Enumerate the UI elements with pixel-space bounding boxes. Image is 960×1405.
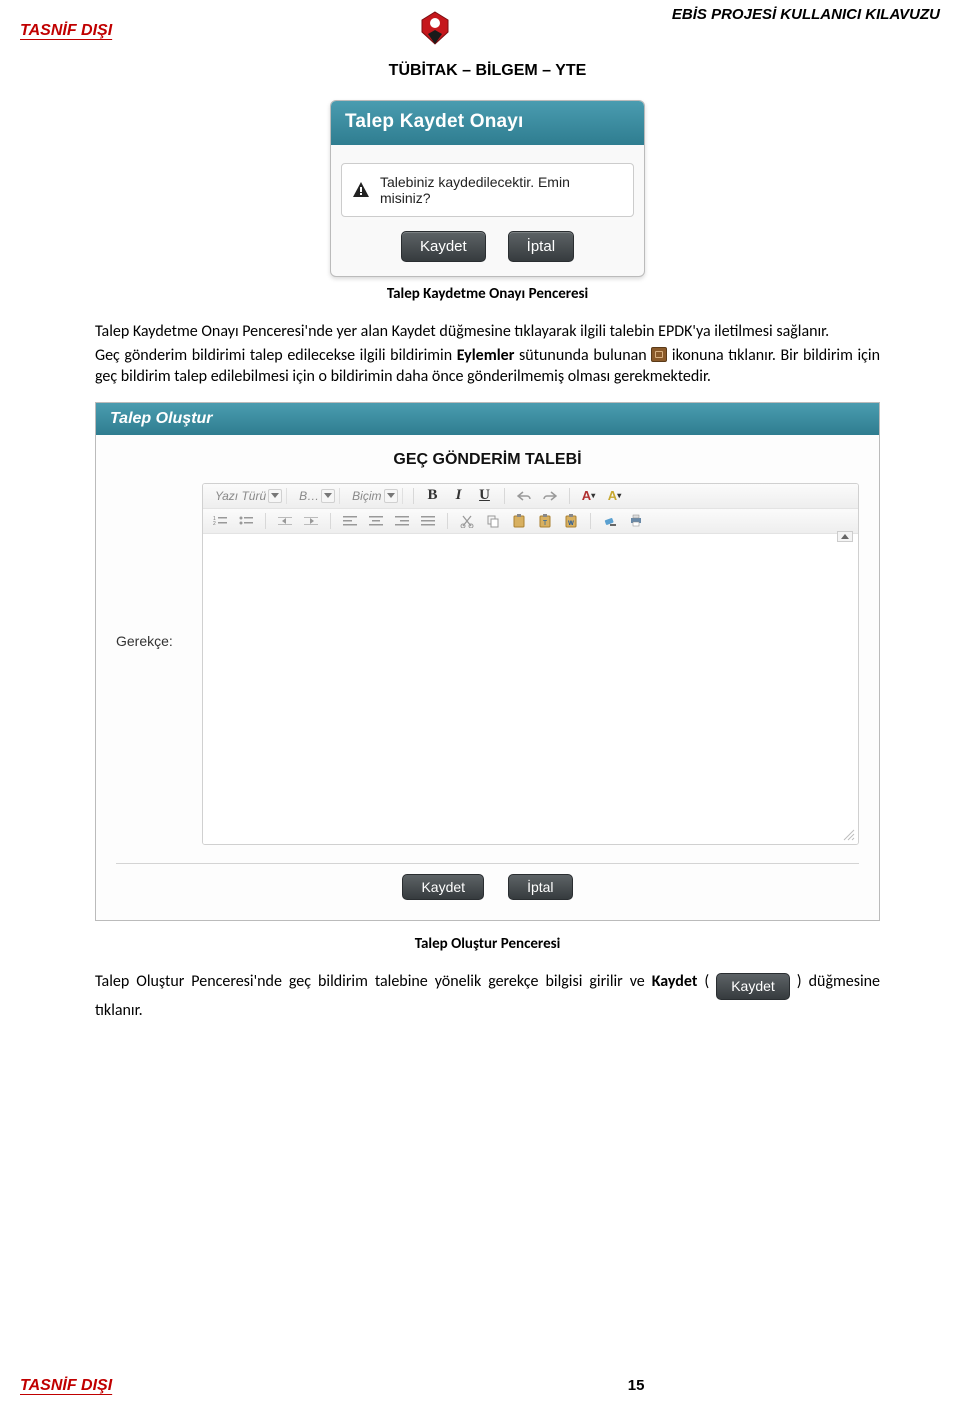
warning-icon — [352, 181, 370, 199]
italic-button[interactable]: I — [450, 487, 468, 505]
confirm-dialog-message: Talebiniz kaydedilecektir. Emin misiniz? — [380, 174, 623, 206]
print-icon[interactable] — [627, 512, 645, 530]
toolbar-separator — [265, 513, 266, 529]
panel-save-button[interactable]: Kaydet — [402, 874, 484, 900]
create-request-panel: Talep Oluştur GEÇ GÖNDERİM TALEBİ Gerekç… — [95, 402, 880, 921]
align-center-icon[interactable] — [367, 512, 385, 530]
confirm-dialog-message-box: Talebiniz kaydedilecektir. Emin misiniz? — [341, 163, 634, 217]
paragraph-1: Talep Kaydetme Onayı Penceresi'nde yer a… — [95, 321, 880, 343]
text-color-a: A — [582, 488, 591, 503]
paste-text-icon[interactable]: T — [536, 512, 554, 530]
confirm-dialog: Talep Kaydet Onayı Talebiniz kaydedilece… — [330, 100, 645, 277]
toolbar-separator — [504, 488, 505, 504]
toolbar-separator — [330, 513, 331, 529]
p3-bold: Kaydet — [652, 972, 698, 991]
confirm-dialog-title: Talep Kaydet Onayı — [331, 101, 644, 145]
panel-caption: Talep Oluştur Penceresi — [95, 935, 880, 953]
bold-button[interactable]: B — [424, 487, 442, 505]
editor-toolbar-row-2: 12 — [203, 509, 858, 534]
divider — [116, 863, 859, 864]
paste-word-icon[interactable]: W — [562, 512, 580, 530]
cancel-button[interactable]: İptal — [508, 231, 574, 262]
outdent-icon[interactable] — [276, 512, 294, 530]
p3-post1: ( — [697, 972, 716, 991]
paragraph-2: Geç gönderim bildirimi talep edilecekse … — [95, 345, 880, 388]
text-color-b: A — [608, 488, 617, 503]
align-left-icon[interactable] — [341, 512, 359, 530]
editor-toolbar-row-1: Yazı Türü B… Biçim — [203, 484, 858, 509]
highlight-color-button[interactable]: A▾ — [606, 487, 624, 505]
panel-cancel-button[interactable]: İptal — [508, 874, 572, 900]
paste-icon[interactable] — [510, 512, 528, 530]
svg-text:T: T — [543, 520, 548, 527]
tubitak-logo — [420, 10, 450, 46]
page-footer: TASNİF DIŞI 15 — [0, 1377, 960, 1395]
toolbar-separator — [590, 513, 591, 529]
paragraph-style-select[interactable]: Biçim — [348, 488, 402, 504]
p3-pre: Talep Oluştur Penceresi'nde geç bildirim… — [95, 972, 652, 991]
font-size-select[interactable]: B… — [295, 488, 340, 504]
action-icon — [651, 347, 667, 362]
undo-icon[interactable] — [515, 487, 533, 505]
classification-header: TASNİF DIŞI — [20, 22, 112, 40]
toolbar-separator — [413, 488, 414, 504]
align-justify-icon[interactable] — [419, 512, 437, 530]
bulleted-list-icon[interactable] — [237, 512, 255, 530]
redo-icon[interactable] — [541, 487, 559, 505]
chevron-down-icon — [268, 489, 282, 503]
numbered-list-icon[interactable]: 12 — [211, 512, 229, 530]
font-size-label: B… — [299, 489, 319, 503]
indent-icon[interactable] — [302, 512, 320, 530]
svg-text:2: 2 — [213, 521, 216, 527]
paragraph-3: Talep Oluştur Penceresi'nde geç bildirim… — [95, 971, 880, 1021]
copy-icon[interactable] — [484, 512, 502, 530]
editor-textarea[interactable] — [203, 534, 858, 844]
document-title-header: EBİS PROJESİ KULLANICI KILAVUZU — [672, 6, 940, 23]
toolbar-separator — [569, 488, 570, 504]
text-color-button[interactable]: A▾ — [580, 487, 598, 505]
svg-text:W: W — [568, 521, 574, 527]
organization-line: TÜBİTAK – BİLGEM – YTE — [95, 62, 880, 80]
collapse-toolbar-icon[interactable] — [837, 531, 853, 542]
p2-bold: Eylemler — [457, 346, 515, 365]
page-number: 15 — [628, 1377, 645, 1395]
paragraph-style-label: Biçim — [352, 489, 381, 503]
font-family-select[interactable]: Yazı Türü — [211, 488, 287, 504]
p2-pre: Geç gönderim bildirimi talep edilecekse … — [95, 346, 457, 365]
inline-save-button: Kaydet — [716, 973, 790, 1000]
chevron-down-icon — [321, 489, 335, 503]
save-button[interactable]: Kaydet — [401, 231, 486, 262]
dialog-caption: Talep Kaydetme Onayı Penceresi — [95, 285, 880, 303]
erase-format-icon[interactable] — [601, 512, 619, 530]
cut-icon[interactable] — [458, 512, 476, 530]
align-right-icon[interactable] — [393, 512, 411, 530]
font-family-label: Yazı Türü — [215, 489, 266, 503]
form-title: GEÇ GÖNDERİM TALEBİ — [116, 451, 859, 469]
classification-footer: TASNİF DIŞI — [20, 1377, 112, 1395]
p2-mid: sütununda bulunan — [514, 346, 651, 365]
resize-handle-icon[interactable] — [842, 828, 856, 842]
chevron-down-icon — [384, 489, 398, 503]
toolbar-separator — [447, 513, 448, 529]
reason-label: Gerekçe: — [116, 483, 190, 649]
create-request-panel-title: Talep Oluştur — [96, 403, 879, 435]
underline-button[interactable]: U — [476, 487, 494, 505]
rich-text-editor[interactable]: Yazı Türü B… Biçim — [202, 483, 859, 845]
